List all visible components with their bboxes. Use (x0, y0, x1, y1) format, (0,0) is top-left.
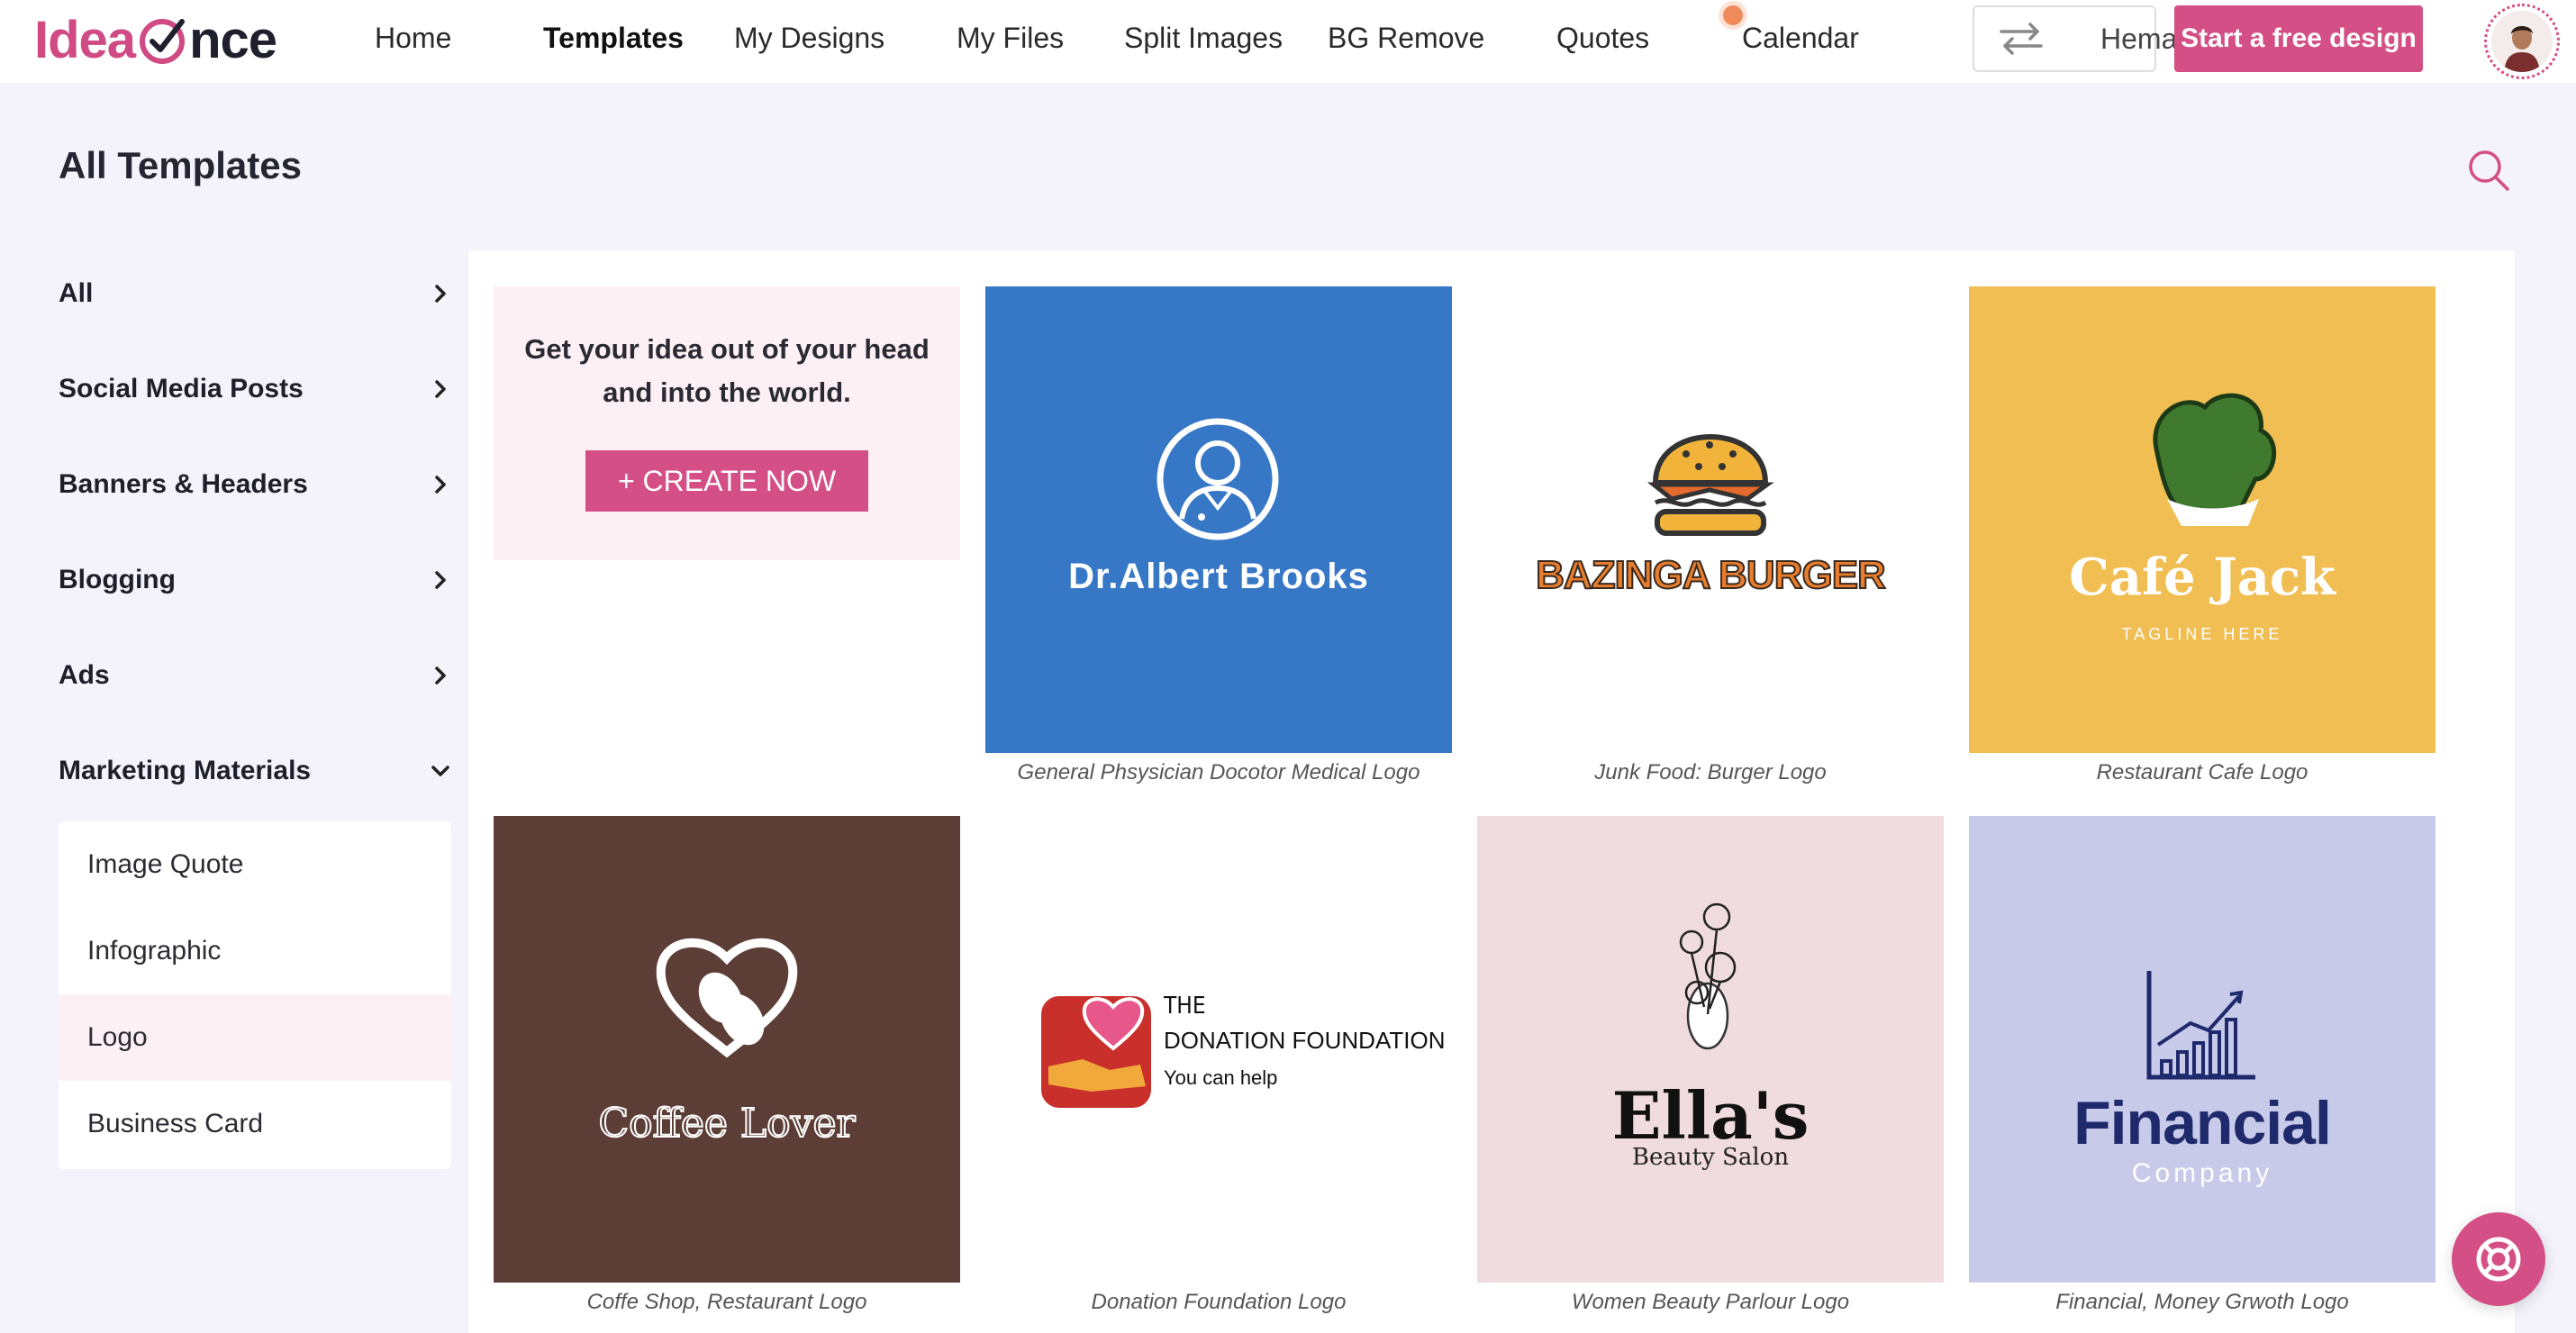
nav-calendar[interactable]: Calendar (1742, 20, 1859, 56)
category-marketing-materials[interactable]: Marketing Materials (59, 744, 451, 798)
nav-my-designs[interactable]: My Designs (734, 20, 884, 56)
template-subtitle: Company (2131, 1158, 2273, 1188)
search-icon[interactable] (2466, 148, 2511, 193)
logo-text-part1: Idea (34, 10, 136, 69)
chevron-right-icon (435, 476, 446, 494)
template-caption: Financial, Money Grwoth Logo (2055, 1290, 2349, 1314)
category-label: Social Media Posts (59, 374, 304, 404)
flower-vase-logo-art (1679, 902, 1737, 1050)
page-title: All Templates (59, 144, 302, 186)
category-label: All (59, 278, 94, 308)
template-title: Café Jack (2069, 548, 2336, 607)
template-card-cafe-logo[interactable]: Café Jack TAGLINE HERE (1969, 286, 2435, 753)
template-subtitle: TAGLINE HERE (2121, 625, 2283, 643)
logo-text-part2: nce (189, 10, 277, 69)
template-line1: THE (1164, 993, 1206, 1020)
template-title: Ella's (1611, 1077, 1810, 1154)
template-subtitle: Beauty Salon (1631, 1144, 1790, 1171)
create-now-button[interactable]: + CREATE NOW (585, 450, 868, 512)
nav-split-images[interactable]: Split Images (1124, 20, 1283, 56)
nav-templates[interactable]: Templates (543, 20, 684, 56)
template-card-beauty-logo[interactable]: Ella's Beauty Salon (1477, 816, 1944, 1283)
growth-chart-logo-art (2146, 971, 2255, 1080)
start-free-design-button[interactable]: Start a free design (2174, 5, 2423, 72)
category-social-media-posts[interactable]: Social Media Posts (59, 362, 451, 416)
category-banners-headers[interactable]: Banners & Headers (59, 458, 451, 512)
chevron-right-icon (435, 380, 446, 398)
nav-my-files[interactable]: My Files (957, 20, 1064, 56)
template-caption: Donation Foundation Logo (1091, 1290, 1347, 1314)
category-label: Marketing Materials (59, 756, 312, 785)
template-card-donation-logo[interactable]: THE DONATION FOUNDATION You can help (985, 816, 1452, 1283)
nav-home[interactable]: Home (375, 20, 451, 56)
create-now-card: Get your idea out of your head and into … (494, 286, 960, 560)
template-card-burger-logo[interactable]: BAZINGA BURGER (1477, 286, 1944, 753)
switch-account-button[interactable]: Hema (1973, 5, 2177, 72)
chevron-right-icon (435, 285, 446, 303)
nav-bg-remove[interactable]: BG Remove (1328, 20, 1484, 56)
template-card-doctor-logo[interactable]: Dr.Albert Brooks (985, 286, 1452, 753)
nav-quotes[interactable]: Quotes (1556, 20, 1649, 56)
chevron-right-icon (435, 666, 446, 685)
category-all[interactable]: All (59, 267, 451, 321)
notification-dot (1723, 5, 1743, 25)
template-title: Dr.Albert Brooks (1068, 557, 1369, 596)
ideaonce-logo[interactable]: Idea nce (34, 10, 277, 69)
category-label: Banners & Headers (59, 469, 308, 499)
swap-arrows-icon (2000, 23, 2043, 55)
doctor-logo-art (1156, 418, 1279, 540)
template-caption: Women Beauty Parlour Logo (1571, 1290, 1850, 1314)
top-navbar: Idea nce Home Templates My Designs My Fi… (0, 0, 2576, 83)
category-label: Ads (59, 660, 110, 690)
marketing-materials-submenu: Image Quote Infographic Logo Business Ca… (59, 821, 451, 1169)
category-label: Blogging (59, 565, 176, 594)
category-ads[interactable]: Ads (59, 648, 451, 703)
template-caption: Junk Food: Burger Logo (1594, 760, 1827, 784)
user-avatar[interactable] (2484, 4, 2560, 79)
chevron-down-icon (431, 766, 449, 776)
lifebuoy-icon (2476, 1237, 2521, 1282)
template-line3: You can help (1164, 1066, 1278, 1089)
subitem-image-quote[interactable]: Image Quote (59, 821, 451, 908)
logo-check-icon (140, 19, 186, 64)
promo-text: Get your idea out of your head and into … (524, 333, 930, 408)
subitem-logo[interactable]: Logo (59, 994, 451, 1081)
template-caption: Coffe Shop, Restaurant Logo (586, 1290, 867, 1314)
template-caption: General Phsysician Docotor Medical Logo (1017, 760, 1420, 784)
template-title: Coffee Lover (597, 1100, 856, 1147)
template-card-financial-logo[interactable]: Financial Company (1969, 816, 2435, 1283)
user-photo-icon (2491, 11, 2553, 72)
subitem-infographic[interactable]: Infographic (59, 908, 451, 994)
help-button[interactable] (2452, 1212, 2545, 1306)
template-caption: Restaurant Cafe Logo (2096, 760, 2308, 784)
template-card-coffee-logo[interactable]: Coffee Lover (494, 816, 960, 1283)
coffee-heart-logo-art (656, 938, 798, 1058)
subitem-business-card[interactable]: Business Card (59, 1081, 451, 1167)
account-name: Hema (2100, 22, 2178, 55)
chef-hat-logo-art (2153, 393, 2277, 526)
category-blogging[interactable]: Blogging (59, 553, 451, 607)
template-title: BAZINGA BURGER (1535, 552, 1887, 598)
template-title: Financial (2073, 1089, 2332, 1157)
chevron-right-icon (435, 571, 446, 589)
template-line2: DONATION FOUNDATION (1164, 1027, 1446, 1054)
burger-logo-art (1646, 434, 1774, 536)
